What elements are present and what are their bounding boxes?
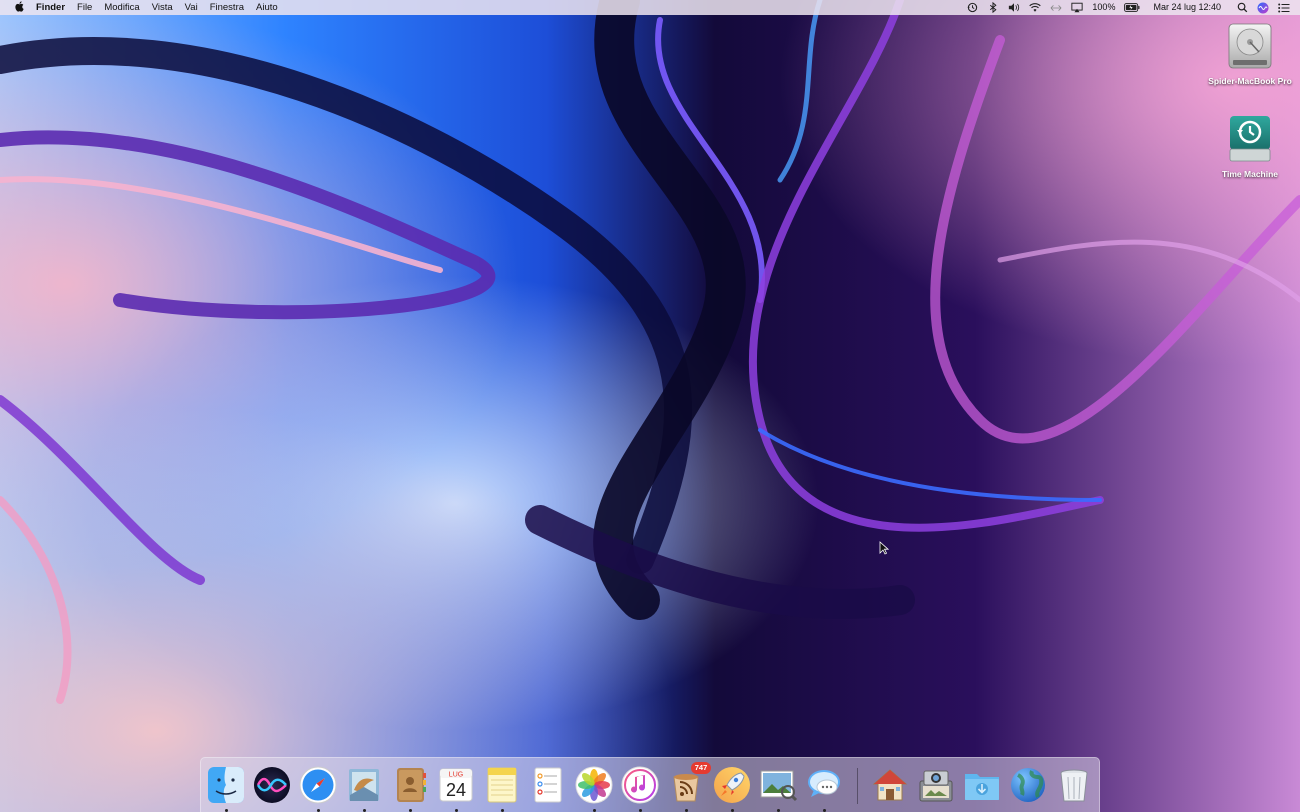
spotlight-search-icon[interactable] xyxy=(1236,2,1248,14)
calendar-month: LUG xyxy=(449,772,463,779)
desktop-wallpaper xyxy=(0,0,1300,812)
wifi-icon[interactable] xyxy=(1029,2,1042,14)
siri-icon xyxy=(254,767,290,803)
dock-stack-image-capture[interactable] xyxy=(915,764,957,806)
reminders-icon xyxy=(534,767,562,803)
menu-bar: Finder File Modifica Vista Vai Finestra … xyxy=(0,0,1300,15)
sync-arrows-icon[interactable] xyxy=(1050,2,1062,14)
desktop-icon-time-machine[interactable]: Time Machine xyxy=(1205,113,1295,179)
dock-app-contacts[interactable] xyxy=(389,764,431,812)
dock-app-siri[interactable] xyxy=(251,764,293,806)
dock-app-launchpad[interactable] xyxy=(711,764,753,812)
dock-app-feed-reader[interactable]: 747 xyxy=(665,762,711,812)
dock-stack-home[interactable] xyxy=(869,764,911,806)
desktop-icon-label: Time Machine xyxy=(1221,169,1279,179)
menu-aiuto[interactable]: Aiuto xyxy=(250,0,284,15)
time-machine-icon[interactable] xyxy=(966,2,978,14)
dock-stack-trash[interactable] xyxy=(1053,764,1095,806)
dock-app-messages[interactable] xyxy=(803,764,845,812)
rocket-icon xyxy=(714,767,750,803)
home-folder-icon xyxy=(872,769,908,801)
dock-app-notes[interactable] xyxy=(481,764,523,812)
menu-app-finder[interactable]: Finder xyxy=(30,0,71,15)
photos-icon xyxy=(575,766,613,804)
notes-icon xyxy=(487,767,517,803)
apple-icon xyxy=(15,0,25,15)
dock-separator xyxy=(857,768,858,804)
dock-stack-network[interactable] xyxy=(1007,764,1049,806)
desktop-icon-spider-macbook-pro[interactable]: Spider-MacBook Pro xyxy=(1205,20,1295,86)
time-machine-drive-icon xyxy=(1223,113,1277,167)
calendar-icon: LUG 24 xyxy=(439,768,473,802)
downloads-folder-icon xyxy=(965,774,999,800)
mail-icon xyxy=(349,769,379,801)
calendar-day: 24 xyxy=(446,780,466,800)
dock-stack-downloads[interactable] xyxy=(961,764,1003,806)
menu-finestra[interactable]: Finestra xyxy=(204,0,250,15)
messages-icon xyxy=(808,770,840,797)
dock-app-finder[interactable] xyxy=(205,764,247,812)
dock-app-safari[interactable] xyxy=(297,764,339,812)
notification-center-icon[interactable] xyxy=(1278,2,1290,14)
contacts-icon xyxy=(397,768,426,802)
dock-app-mail[interactable] xyxy=(343,764,385,812)
dock-app-preview[interactable] xyxy=(757,764,799,812)
menu-file[interactable]: File xyxy=(71,0,98,15)
image-capture-icon xyxy=(919,770,953,802)
dock-app-reminders[interactable] xyxy=(527,764,569,806)
airplay-icon[interactable] xyxy=(1071,2,1084,14)
volume-icon[interactable] xyxy=(1008,2,1020,14)
safari-icon xyxy=(299,766,337,804)
battery-percent: 100% xyxy=(1092,2,1116,12)
globe-icon xyxy=(1011,768,1045,802)
dock: LUG 24 747 xyxy=(200,757,1100,812)
itunes-icon xyxy=(621,766,659,804)
menu-modifica[interactable]: Modifica xyxy=(98,0,145,15)
bluetooth-icon[interactable] xyxy=(987,2,999,14)
notification-badge: 747 xyxy=(691,762,711,774)
finder-icon xyxy=(208,767,244,803)
dock-app-itunes[interactable] xyxy=(619,764,661,812)
apple-menu[interactable] xyxy=(10,0,30,15)
desktop-icon-label: Spider-MacBook Pro xyxy=(1208,76,1292,86)
menu-vai[interactable]: Vai xyxy=(179,0,204,15)
menu-vista[interactable]: Vista xyxy=(146,0,179,15)
dock-app-photos[interactable] xyxy=(573,764,615,812)
dock-app-calendar[interactable]: LUG 24 xyxy=(435,764,477,812)
hard-drive-icon xyxy=(1223,20,1277,74)
battery-icon[interactable] xyxy=(1124,2,1140,14)
clock[interactable]: Mar 24 lug 12:40 xyxy=(1153,0,1221,15)
trash-icon xyxy=(1060,769,1088,802)
siri-icon[interactable] xyxy=(1257,2,1269,14)
preview-icon xyxy=(760,770,798,802)
mouse-pointer-icon xyxy=(879,541,889,555)
